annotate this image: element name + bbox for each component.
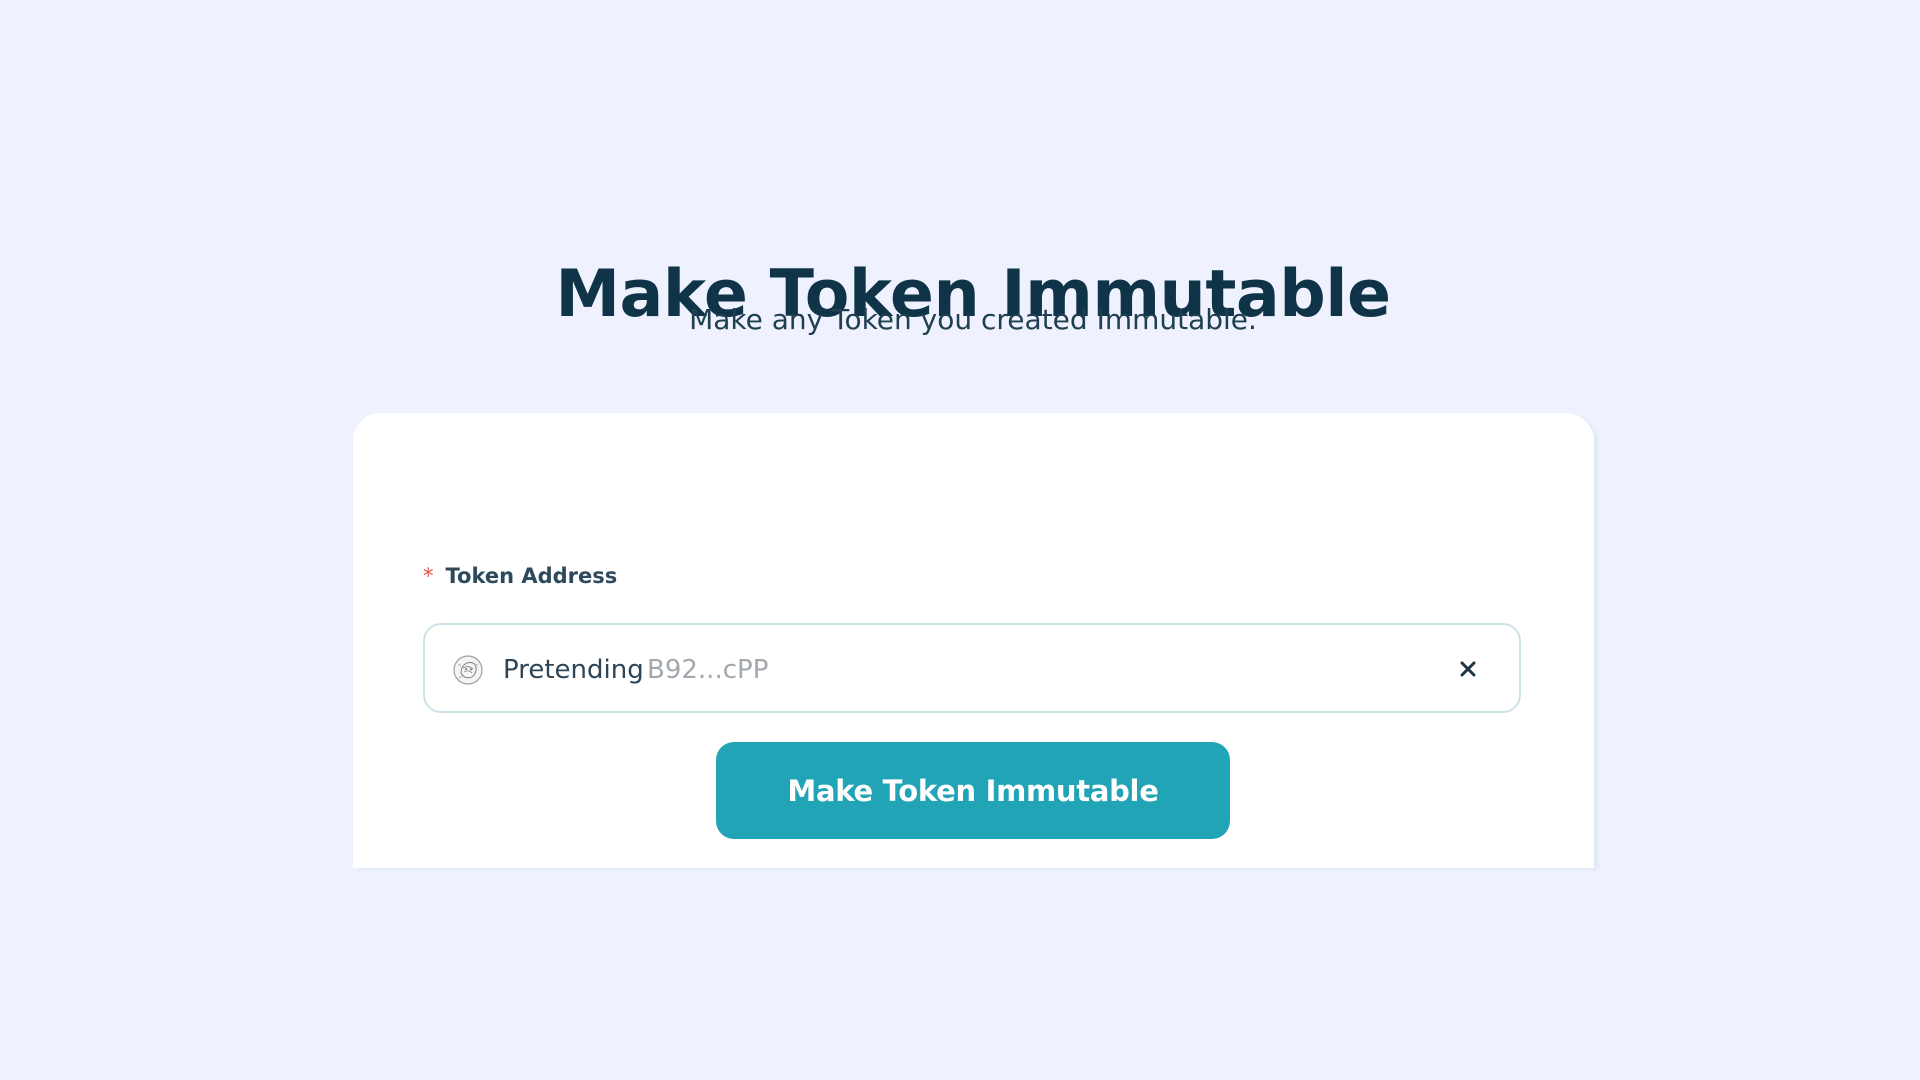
token-address-label-text: Token Address xyxy=(445,564,618,588)
make-token-immutable-button[interactable]: Make Token Immutable xyxy=(716,742,1230,839)
page-subtitle: Make any Token you created Immutable. xyxy=(689,303,1257,336)
token-address-label: * Token Address xyxy=(423,561,617,591)
close-icon[interactable] xyxy=(1457,658,1479,680)
required-marker: * xyxy=(423,564,434,588)
token-address-select[interactable]: Pretending B92...cPP xyxy=(423,623,1521,713)
selected-token-name: Pretending xyxy=(503,655,644,685)
token-avatar-icon xyxy=(452,654,484,686)
form-card: * Token Address Pretending B92...cPP Make… xyxy=(353,413,1594,868)
selected-token-address: B92...cPP xyxy=(647,655,769,685)
